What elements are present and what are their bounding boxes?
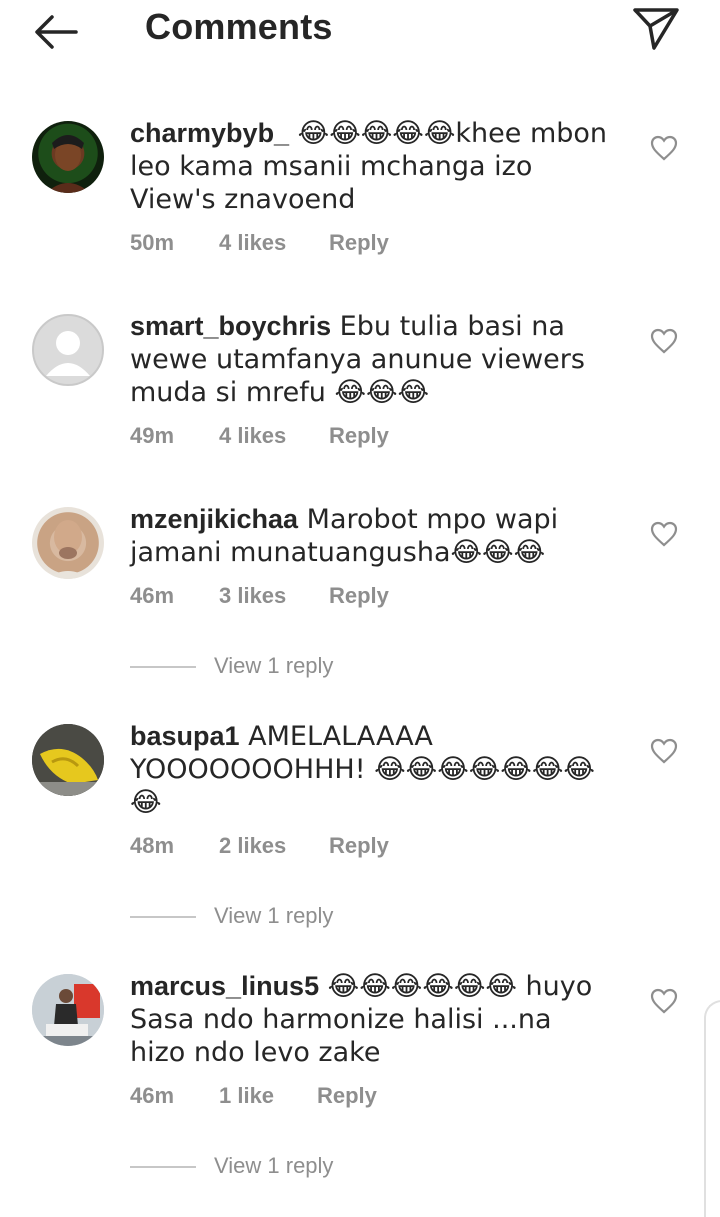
comment-item: mzenjikichaa Marobot mpo wapi jamani mun… [0,503,720,693]
avatar-image [32,974,104,1046]
comment-likes[interactable]: 2 likes [219,833,286,859]
reply-button[interactable]: Reply [329,833,389,859]
avatar[interactable] [32,507,104,579]
reply-button[interactable]: Reply [329,423,389,449]
comment-time: 50m [130,230,175,255]
comment-time: 46m [130,583,175,608]
comment-likes[interactable]: 4 likes [219,423,286,449]
comment-item: smart_boychris Ebu tulia basi na wewe ut… [0,310,720,470]
back-button[interactable] [30,10,82,54]
comment-username[interactable]: basupa1 [130,721,240,751]
comment-time: 48m [130,833,175,858]
top-bar: Comments [0,0,720,60]
default-avatar-icon [46,331,90,376]
comment-text: marcus_linus5 😂😂😂😂😂😂 huyo Sasa ndo harmo… [130,970,610,1069]
overlay-panel-edge [704,1000,720,1217]
comment-item: basupa1 AMELALAAAA YOOOOOOOHHH! 😂😂😂😂😂😂😂😂… [0,720,720,940]
replies-divider [130,1166,196,1169]
comment-username[interactable]: smart_boychris [130,311,331,341]
avatar[interactable] [32,314,104,386]
replies-divider [130,666,196,669]
comment-username[interactable]: charmybyb_ [130,118,289,148]
view-replies-label: View 1 reply [214,1153,334,1178]
comment-likes[interactable]: 1 like [219,1083,274,1109]
comment-text: mzenjikichaa Marobot mpo wapi jamani mun… [130,503,610,569]
comment-text: smart_boychris Ebu tulia basi na wewe ut… [130,310,610,409]
view-replies-button[interactable]: View 1 reply [130,903,333,929]
comment-username[interactable]: mzenjikichaa [130,504,298,534]
reply-button[interactable]: Reply [329,230,389,256]
comment-text: basupa1 AMELALAAAA YOOOOOOOHHH! 😂😂😂😂😂😂😂😂 [130,720,610,819]
view-replies-label: View 1 reply [214,903,334,928]
view-replies-button[interactable]: View 1 reply [130,1153,333,1179]
heart-icon[interactable] [650,328,678,354]
heart-icon[interactable] [650,988,678,1014]
comment-item: marcus_linus5 😂😂😂😂😂😂 huyo Sasa ndo harmo… [0,970,720,1190]
heart-icon[interactable] [650,521,678,547]
comment-text: charmybyb_ 😂😂😂😂😂khee mbon leo kama msani… [130,117,610,216]
comment-likes[interactable]: 3 likes [219,583,286,609]
comment-username[interactable]: marcus_linus5 [130,971,319,1001]
heart-icon[interactable] [650,135,678,161]
reply-button[interactable]: Reply [329,583,389,609]
page-title: Comments [145,6,333,47]
avatar[interactable] [32,724,104,796]
avatar[interactable] [32,121,104,193]
arrow-left-icon [35,15,78,49]
avatar[interactable] [32,974,104,1046]
replies-divider [130,916,196,919]
avatar-image [32,724,104,796]
paper-plane-icon [633,8,679,50]
reply-button[interactable]: Reply [317,1083,377,1109]
view-replies-label: View 1 reply [214,653,334,678]
share-button[interactable] [630,4,682,52]
heart-icon[interactable] [650,738,678,764]
avatar-image [46,135,90,193]
view-replies-button[interactable]: View 1 reply [130,653,333,679]
comment-likes[interactable]: 4 likes [219,230,286,256]
comment-time: 49m [130,423,175,448]
avatar-image [46,520,90,579]
comment-item: charmybyb_ 😂😂😂😂😂khee mbon leo kama msani… [0,117,720,277]
comment-time: 46m [130,1083,175,1108]
